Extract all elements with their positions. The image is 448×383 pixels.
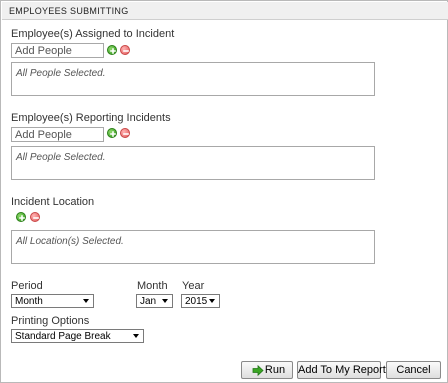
cancel-button[interactable]: Cancel bbox=[386, 361, 441, 379]
run-arrow-icon bbox=[252, 365, 264, 376]
assigned-selection-text: All People Selected. bbox=[16, 68, 106, 79]
cancel-button-label: Cancel bbox=[396, 364, 431, 376]
assigned-remove-icon[interactable] bbox=[120, 45, 130, 55]
location-add-icon[interactable] bbox=[16, 212, 26, 222]
location-label: Incident Location bbox=[11, 196, 95, 208]
location-selection-text: All Location(s) Selected. bbox=[16, 236, 124, 247]
printing-select[interactable]: Standard Page Break bbox=[11, 329, 144, 343]
reporting-selection-box[interactable]: All People Selected. bbox=[11, 146, 375, 180]
assigned-add-people-input[interactable] bbox=[11, 43, 104, 58]
month-select[interactable]: Jan bbox=[136, 294, 173, 308]
run-button[interactable]: Run bbox=[241, 361, 293, 379]
period-select-value: Month bbox=[15, 296, 43, 307]
reporting-add-people-input[interactable] bbox=[11, 127, 104, 142]
reporting-label: Employee(s) Reporting Incidents bbox=[11, 112, 171, 124]
section-title: EMPLOYEES SUBMITTING bbox=[9, 6, 129, 16]
year-select-value: 2015 bbox=[185, 296, 208, 307]
assigned-label: Employee(s) Assigned to Incident bbox=[11, 28, 175, 40]
reporting-selection-text: All People Selected. bbox=[16, 152, 106, 163]
add-to-my-reports-label: Add To My Reports bbox=[298, 364, 392, 376]
year-label: Year bbox=[182, 280, 205, 292]
assigned-add-icon[interactable] bbox=[107, 45, 117, 55]
printing-select-value: Standard Page Break bbox=[15, 331, 111, 342]
assigned-selection-box[interactable]: All People Selected. bbox=[11, 62, 375, 96]
reporting-add-icon[interactable] bbox=[107, 128, 117, 138]
period-select[interactable]: Month bbox=[11, 294, 94, 308]
month-chevron-down-icon bbox=[162, 299, 168, 303]
month-label: Month bbox=[137, 280, 168, 292]
period-label: Period bbox=[11, 280, 43, 292]
section-header: EMPLOYEES SUBMITTING bbox=[2, 2, 448, 20]
location-selection-box[interactable]: All Location(s) Selected. bbox=[11, 230, 375, 264]
report-options-panel: EMPLOYEES SUBMITTING Employee(s) Assigne… bbox=[0, 0, 448, 383]
year-select[interactable]: 2015 bbox=[181, 294, 220, 308]
printing-chevron-down-icon bbox=[133, 334, 139, 338]
month-select-value: Jan bbox=[140, 296, 157, 307]
printing-label: Printing Options bbox=[11, 315, 90, 327]
period-chevron-down-icon bbox=[83, 299, 89, 303]
run-button-label: Run bbox=[264, 364, 286, 376]
location-remove-icon[interactable] bbox=[30, 212, 40, 222]
add-to-my-reports-button[interactable]: Add To My Reports bbox=[297, 361, 391, 379]
reporting-remove-icon[interactable] bbox=[120, 128, 130, 138]
year-chevron-down-icon bbox=[209, 299, 215, 303]
